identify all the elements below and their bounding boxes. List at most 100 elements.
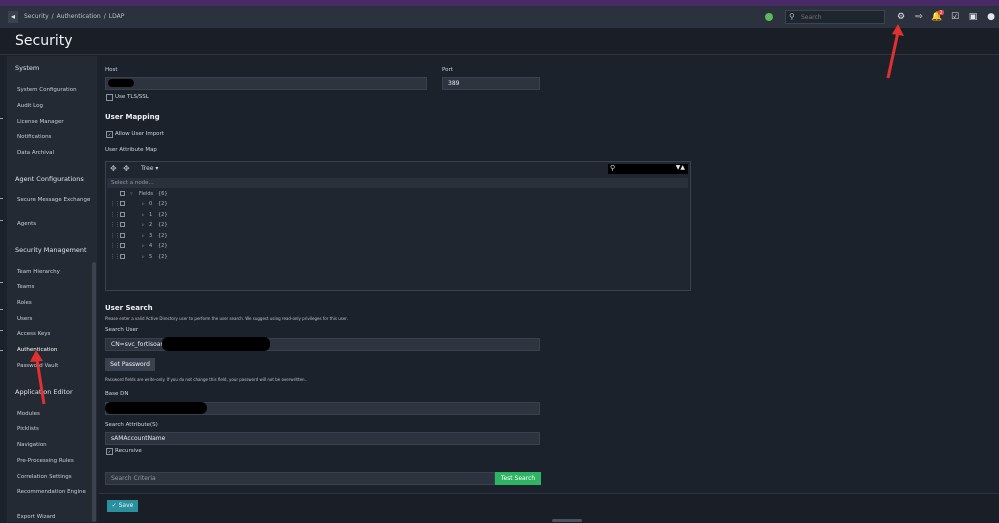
breadcrumb-authentication[interactable]: Authentication <box>57 13 101 20</box>
sidebar-item-data-archival[interactable]: Data Archival <box>17 150 92 157</box>
user-search-description: Please enter a valid Active Directory us… <box>105 316 348 321</box>
redacted-host <box>108 79 134 87</box>
drag-icon[interactable]: ⋮⋮ <box>110 232 120 240</box>
tasks-icon[interactable]: ☑ <box>949 11 961 23</box>
recursive-checkbox[interactable]: ✓ <box>106 448 113 455</box>
node-count: {2} <box>158 201 168 207</box>
test-search-button[interactable]: Test Search <box>495 472 541 485</box>
global-search[interactable]: ⚲ <box>785 10 885 24</box>
tree-row[interactable]: ⋮⋮ ▹ 1 {2} <box>110 211 310 219</box>
sidebar-item-audit-log[interactable]: Audit Log <box>17 103 92 110</box>
base-dn-label: Base DN <box>105 391 129 397</box>
sidebar-item-system-configuration[interactable]: System Configuration <box>17 87 92 94</box>
save-button[interactable]: ✓ Save <box>107 500 138 512</box>
sidebar-item-navigation[interactable]: Navigation <box>17 442 92 449</box>
sidebar-item-license-manager[interactable]: License Manager <box>17 119 92 126</box>
node-checkbox[interactable] <box>120 254 125 259</box>
node-count: {2} <box>158 243 168 249</box>
node-checkbox[interactable] <box>120 191 125 196</box>
tree-row[interactable]: ⋮⋮ ▹ 5 {2} <box>110 253 310 261</box>
tls-checkbox[interactable] <box>106 94 113 101</box>
expand-arrow-icon[interactable]: ▹ <box>142 232 145 240</box>
sidebar-item-export-wizard[interactable]: Export Wizard <box>17 514 92 521</box>
port-field[interactable]: 389 <box>442 77 540 90</box>
node-checkbox[interactable] <box>120 243 125 248</box>
search-input[interactable] <box>801 12 881 22</box>
sidebar-item-agents[interactable]: Agents <box>17 221 92 228</box>
tree-row[interactable]: ⋮⋮ ▹ 2 {2} <box>110 221 310 229</box>
sidebar-item-users[interactable]: Users <box>17 316 92 323</box>
expand-all-icon[interactable]: ✥ <box>110 164 117 173</box>
search-criteria-field[interactable]: Search Criteria <box>105 472 495 485</box>
search-user-label: Search User <box>105 327 139 333</box>
node-name: 0 <box>149 201 153 207</box>
check-icon: ✓ <box>107 132 112 137</box>
back-icon: ◂ <box>10 12 15 21</box>
tree-search-box[interactable]: ⚲ ▼▲ <box>608 164 688 174</box>
sidebar-item-team-hierarchy[interactable]: Team Hierarchy <box>17 269 92 276</box>
annotation-arrow-settings <box>886 24 904 79</box>
expand-arrow-icon[interactable]: ▹ <box>142 221 145 229</box>
search-nav-icons[interactable]: ▼▲ <box>676 164 685 171</box>
drag-icon[interactable]: ⋮⋮ <box>110 221 120 229</box>
breadcrumb-ldap: LDAP <box>108 13 125 20</box>
sidebar-item-picklists[interactable]: Picklists <box>17 426 92 433</box>
node-checkbox[interactable] <box>120 212 125 217</box>
search-attribute-field[interactable]: sAMAccountName <box>105 432 540 445</box>
search-icon: ⚲ <box>610 164 616 172</box>
breadcrumb: Security / Authentication / LDAP <box>24 13 127 20</box>
drag-icon[interactable]: ⋮⋮ <box>110 211 120 219</box>
monitor-icon[interactable]: ▣ <box>967 11 979 23</box>
left-edge-markers <box>0 0 3 522</box>
tree-row[interactable]: ⋮⋮ ▹ 0 {2} <box>110 200 310 208</box>
expand-arrow-icon[interactable]: ▿ <box>130 190 133 198</box>
expand-arrow-icon[interactable]: ▹ <box>142 200 145 208</box>
node-name: 4 <box>149 243 153 249</box>
expand-arrow-icon[interactable]: ▹ <box>142 253 145 261</box>
sidebar-item-pre-processing-rules[interactable]: Pre-Processing Rules <box>17 458 92 465</box>
sidebar-scrollbar[interactable] <box>92 262 96 522</box>
set-password-button[interactable]: Set Password <box>105 358 155 371</box>
tree-node-select[interactable]: Select a node... <box>107 178 688 188</box>
sidebar: System System Configuration Audit Log Li… <box>7 56 97 522</box>
edge-tick <box>0 198 3 199</box>
password-note: Password fields are write-only. If you d… <box>105 377 308 382</box>
sidebar-item-teams[interactable]: Teams <box>17 284 92 291</box>
sidebar-item-recommendation-engine[interactable]: Recommendation Engine <box>17 489 92 496</box>
back-button[interactable]: ◂ <box>8 11 18 23</box>
top-bar: ◂ Security/Authentication/LDAP ⚲ ⚙ ⇨ 🔔 2… <box>0 6 999 28</box>
node-checkbox[interactable] <box>120 233 125 238</box>
sidebar-item-correlation-settings[interactable]: Correlation Settings <box>17 474 92 481</box>
sidebar-item-roles[interactable]: Roles <box>17 300 92 307</box>
status-icon[interactable] <box>765 13 773 21</box>
expand-arrow-icon[interactable]: ▹ <box>142 211 145 219</box>
node-name: 1 <box>149 212 153 218</box>
tree-row[interactable]: ⋮⋮ ▹ 3 {2} <box>110 232 310 240</box>
breadcrumb-security[interactable]: Security <box>24 13 49 20</box>
node-checkbox[interactable] <box>120 201 125 206</box>
sidebar-item-secure-message-exchange[interactable]: Secure Message Exchange <box>17 197 92 204</box>
user-icon[interactable]: ● <box>985 11 997 23</box>
attribute-map-editor: ✥ ✥ Tree ▾ ⚲ ▼▲ Select a node... ▿ Field… <box>105 161 691 291</box>
sidebar-item-notifications[interactable]: Notifications <box>17 134 92 141</box>
host-field[interactable] <box>105 77 427 90</box>
tree-row[interactable]: ⋮⋮ ▹ 4 {2} <box>110 242 310 250</box>
drag-icon[interactable]: ⋮⋮ <box>110 242 120 250</box>
allow-user-import-checkbox[interactable]: ✓ <box>106 131 113 138</box>
user-search-heading: User Search <box>105 304 153 312</box>
drag-icon[interactable]: ⋮⋮ <box>110 253 120 261</box>
node-checkbox[interactable] <box>120 222 125 227</box>
node-name: Fields <box>139 191 154 197</box>
breadcrumb-separator: / <box>51 13 54 20</box>
drag-icon[interactable]: ⋮⋮ <box>110 200 120 208</box>
expand-arrow-icon[interactable]: ▹ <box>142 242 145 250</box>
view-mode-dropdown[interactable]: Tree ▾ <box>141 165 158 172</box>
sidebar-section-system: System <box>15 64 40 72</box>
tree-row-fields[interactable]: ▿ Fields {6} <box>110 190 310 198</box>
share-icon[interactable]: ⇨ <box>913 11 925 23</box>
sidebar-item-access-keys[interactable]: Access Keys <box>17 331 92 338</box>
collapse-all-icon[interactable]: ✥ <box>123 164 130 173</box>
sidebar-item-modules[interactable]: Modules <box>17 411 92 418</box>
check-icon: ✓ <box>111 502 119 509</box>
edge-tick <box>0 350 3 351</box>
